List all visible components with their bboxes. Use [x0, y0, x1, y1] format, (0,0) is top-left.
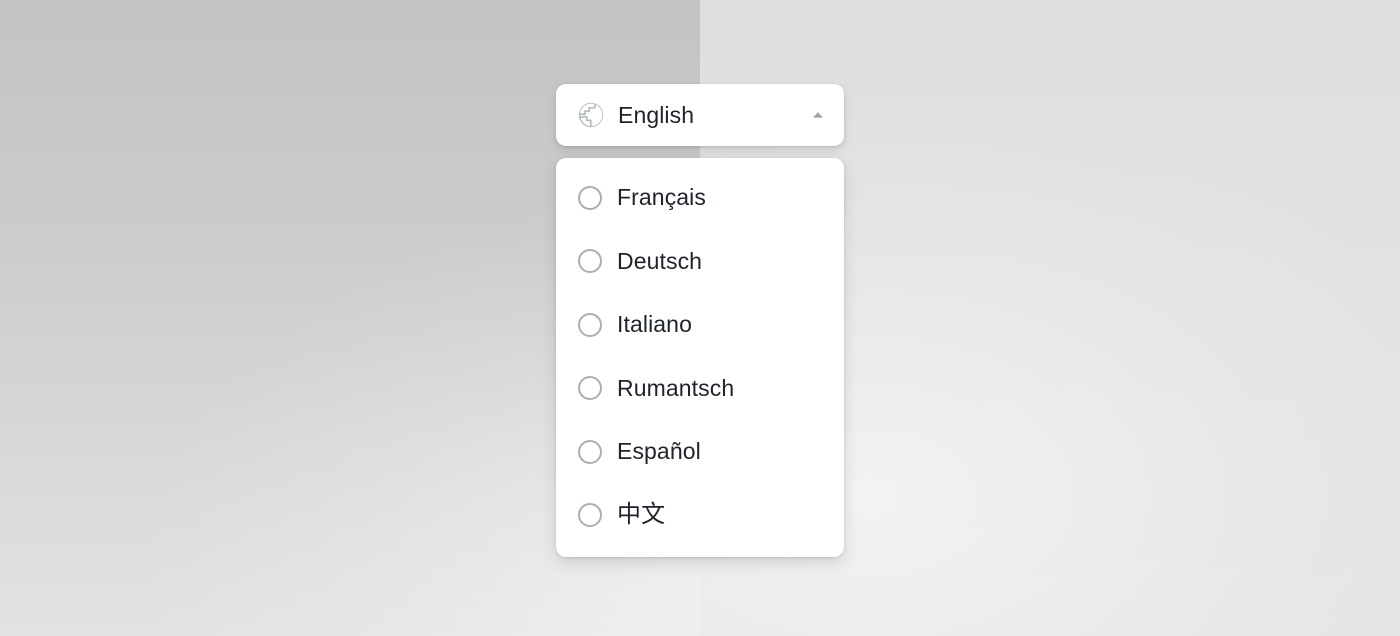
radio-unchecked-icon[interactable] — [578, 376, 602, 401]
language-select-trigger[interactable]: English — [556, 84, 844, 146]
globe-icon — [578, 102, 604, 128]
language-selector: English Français Deutsch Italiano Rumant… — [556, 84, 844, 557]
caret-up-icon[interactable] — [810, 107, 826, 123]
language-option-it[interactable]: Italiano — [556, 293, 844, 357]
language-option-zh[interactable]: 中文 — [556, 484, 844, 548]
radio-unchecked-icon[interactable] — [578, 249, 602, 274]
language-option-fr[interactable]: Français — [556, 166, 844, 230]
language-option-rm[interactable]: Rumantsch — [556, 357, 844, 421]
language-option-label: Italiano — [617, 311, 692, 338]
language-select-value: English — [618, 101, 695, 128]
language-option-es[interactable]: Español — [556, 420, 844, 484]
radio-unchecked-icon[interactable] — [578, 503, 602, 528]
screen: English Français Deutsch Italiano Rumant… — [0, 0, 1400, 636]
radio-unchecked-icon[interactable] — [578, 312, 602, 337]
radio-unchecked-icon[interactable] — [578, 185, 602, 210]
language-options-panel: Français Deutsch Italiano Rumantsch Espa… — [556, 158, 844, 557]
language-option-label: Español — [617, 438, 701, 465]
language-option-label: Deutsch — [617, 247, 703, 274]
language-option-de[interactable]: Deutsch — [556, 230, 844, 294]
language-option-label: 中文 — [617, 501, 666, 529]
radio-unchecked-icon[interactable] — [578, 439, 602, 464]
language-option-label: Français — [617, 184, 706, 211]
language-option-label: Rumantsch — [617, 374, 735, 401]
